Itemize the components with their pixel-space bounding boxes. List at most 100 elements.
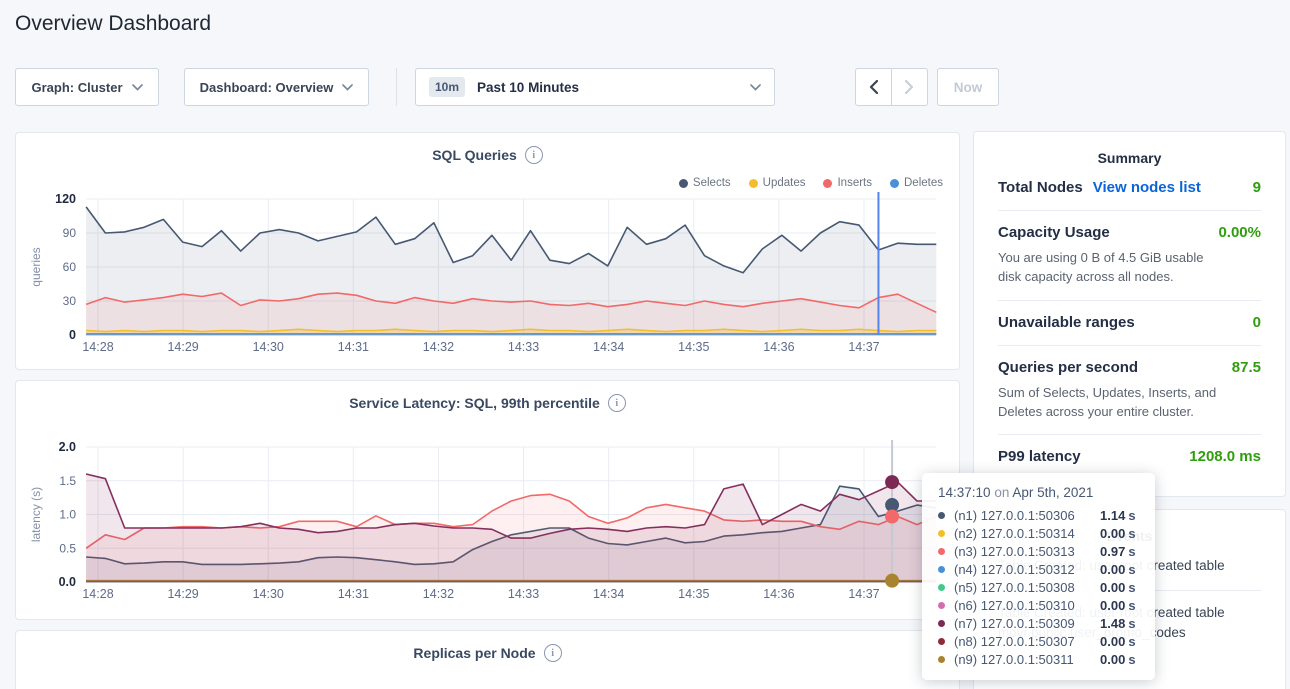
time-back-button[interactable] <box>855 68 892 106</box>
tooltip-node-label: (n7) 127.0.0.1:50309 <box>954 616 1100 631</box>
svg-text:14:30: 14:30 <box>253 340 284 354</box>
tooltip-node-unit: s <box>1128 616 1135 631</box>
svg-text:1.0: 1.0 <box>59 508 76 522</box>
tooltip-node-value: 1.48 <box>1100 616 1125 631</box>
graph-dropdown[interactable]: Graph: Cluster <box>15 68 159 106</box>
svg-text:14:28: 14:28 <box>82 340 113 354</box>
now-button[interactable]: Now <box>937 68 999 106</box>
svg-text:14:35: 14:35 <box>678 587 709 601</box>
svg-text:60: 60 <box>63 260 77 274</box>
sql-queries-chart[interactable]: 14:2814:2914:3014:3114:3214:3314:3414:35… <box>16 133 959 369</box>
total-nodes-label: Total Nodes <box>998 179 1083 196</box>
time-range-picker[interactable]: 10m Past 10 Minutes <box>415 68 775 106</box>
svg-text:latency (s): latency (s) <box>29 487 43 542</box>
series-color-dot <box>938 566 945 573</box>
tooltip-node-unit: s <box>1128 652 1135 667</box>
svg-text:14:34: 14:34 <box>593 340 624 354</box>
svg-text:2.0: 2.0 <box>59 440 76 454</box>
svg-text:14:36: 14:36 <box>763 587 794 601</box>
service-latency-chart-panel: Service Latency: SQL, 99th percentile i … <box>15 380 960 620</box>
tooltip-node-value: 0.00 <box>1100 634 1125 649</box>
tooltip-series-row: (n1) 127.0.0.1:503061.14s <box>938 506 1141 524</box>
svg-text:0.0: 0.0 <box>59 575 76 589</box>
info-icon[interactable]: i <box>544 644 562 662</box>
time-range-label: Past 10 Minutes <box>477 80 750 95</box>
svg-text:30: 30 <box>63 294 77 308</box>
svg-text:14:32: 14:32 <box>423 587 454 601</box>
capacity-usage-description: You are using 0 B of 4.5 GiB usable disk… <box>998 249 1210 287</box>
series-color-dot <box>938 656 945 663</box>
svg-text:14:33: 14:33 <box>508 587 539 601</box>
tooltip-node-value: 0.97 <box>1100 544 1125 559</box>
unavailable-ranges-label: Unavailable ranges <box>998 314 1135 331</box>
svg-text:0: 0 <box>69 328 76 342</box>
svg-text:14:36: 14:36 <box>763 340 794 354</box>
svg-text:90: 90 <box>63 226 77 240</box>
svg-text:14:29: 14:29 <box>167 340 198 354</box>
tooltip-node-label: (n1) 127.0.0.1:50306 <box>954 508 1100 523</box>
capacity-usage-value: 0.00% <box>1218 224 1261 241</box>
series-color-dot <box>938 584 945 591</box>
replicas-per-node-chart-panel: Replicas per Node i <box>15 630 960 689</box>
time-forward-button[interactable] <box>891 68 928 106</box>
tooltip-series-row: (n5) 127.0.0.1:503080.00s <box>938 578 1141 596</box>
dashboard-dropdown-label: Dashboard: Overview <box>200 80 334 95</box>
svg-text:14:34: 14:34 <box>593 587 624 601</box>
dashboard-dropdown[interactable]: Dashboard: Overview <box>184 68 369 106</box>
tooltip-series-row: (n8) 127.0.0.1:503070.00s <box>938 632 1141 650</box>
queries-per-second-label: Queries per second <box>998 359 1138 376</box>
unavailable-ranges-value: 0 <box>1253 314 1261 331</box>
tooltip-node-value: 0.00 <box>1100 526 1125 541</box>
view-nodes-list-link[interactable]: View nodes list <box>1093 179 1201 196</box>
svg-text:120: 120 <box>55 192 76 206</box>
summary-panel: Summary Total NodesView nodes list 9 Cap… <box>973 131 1286 497</box>
chart-hover-tooltip: 14:37:10 on Apr 5th, 2021 (n1) 127.0.0.1… <box>922 473 1155 680</box>
chevron-down-icon <box>750 84 761 91</box>
series-color-dot <box>938 512 945 519</box>
svg-text:0.5: 0.5 <box>59 541 76 555</box>
summary-row-total-nodes: Total NodesView nodes list 9 <box>998 166 1261 211</box>
tooltip-node-value: 0.00 <box>1100 652 1125 667</box>
tooltip-node-label: (n6) 127.0.0.1:50310 <box>954 598 1100 613</box>
svg-text:14:33: 14:33 <box>508 340 539 354</box>
summary-row-capacity-usage: Capacity Usage You are using 0 B of 4.5 … <box>998 211 1261 301</box>
toolbar-divider <box>396 68 397 106</box>
svg-text:14:37: 14:37 <box>848 340 879 354</box>
svg-text:14:28: 14:28 <box>82 587 113 601</box>
tooltip-node-label: (n3) 127.0.0.1:50313 <box>954 544 1100 559</box>
chevron-left-icon <box>869 80 878 94</box>
svg-text:14:29: 14:29 <box>167 587 198 601</box>
svg-text:1.5: 1.5 <box>59 474 76 488</box>
series-color-dot <box>938 638 945 645</box>
queries-per-second-value: 87.5 <box>1232 359 1261 376</box>
p99-latency-value: 1208.0 ms <box>1189 448 1261 465</box>
tooltip-on: on <box>994 485 1009 500</box>
tooltip-node-value: 0.00 <box>1100 562 1125 577</box>
chevron-down-icon <box>342 84 353 91</box>
tooltip-series-row: (n4) 127.0.0.1:503120.00s <box>938 560 1141 578</box>
summary-row-queries-per-second: Queries per second Sum of Selects, Updat… <box>998 346 1261 436</box>
page-title: Overview Dashboard <box>15 12 211 36</box>
svg-text:14:37: 14:37 <box>848 587 879 601</box>
tooltip-series-row: (n9) 127.0.0.1:503110.00s <box>938 650 1141 668</box>
tooltip-node-label: (n9) 127.0.0.1:50311 <box>954 652 1100 667</box>
overview-dashboard-page: Overview Dashboard Graph: Cluster Dashbo… <box>0 0 1290 689</box>
tooltip-node-value: 1.14 <box>1100 508 1125 523</box>
service-latency-chart[interactable]: 14:28 14:29 14:30 14:31 14:32 14:33 14:34 14:35… <box>16 381 959 619</box>
tooltip-node-unit: s <box>1128 562 1135 577</box>
chart-title: Replicas per Node <box>413 645 535 661</box>
sql-queries-chart-panel: SQL Queries i SelectsUpdatesInsertsDelet… <box>15 132 960 370</box>
chevron-down-icon <box>132 84 143 91</box>
summary-title: Summary <box>998 132 1261 166</box>
svg-text:14:30: 14:30 <box>253 587 284 601</box>
tooltip-series-row: (n2) 127.0.0.1:503140.00s <box>938 524 1141 542</box>
tooltip-node-value: 0.00 <box>1100 580 1125 595</box>
tooltip-node-unit: s <box>1128 580 1135 595</box>
series-color-dot <box>938 530 945 537</box>
chevron-right-icon <box>905 80 914 94</box>
svg-text:14:31: 14:31 <box>338 587 369 601</box>
series-color-dot <box>938 620 945 627</box>
tooltip-node-label: (n8) 127.0.0.1:50307 <box>954 634 1100 649</box>
svg-text:14:31: 14:31 <box>338 340 369 354</box>
tooltip-node-unit: s <box>1128 598 1135 613</box>
